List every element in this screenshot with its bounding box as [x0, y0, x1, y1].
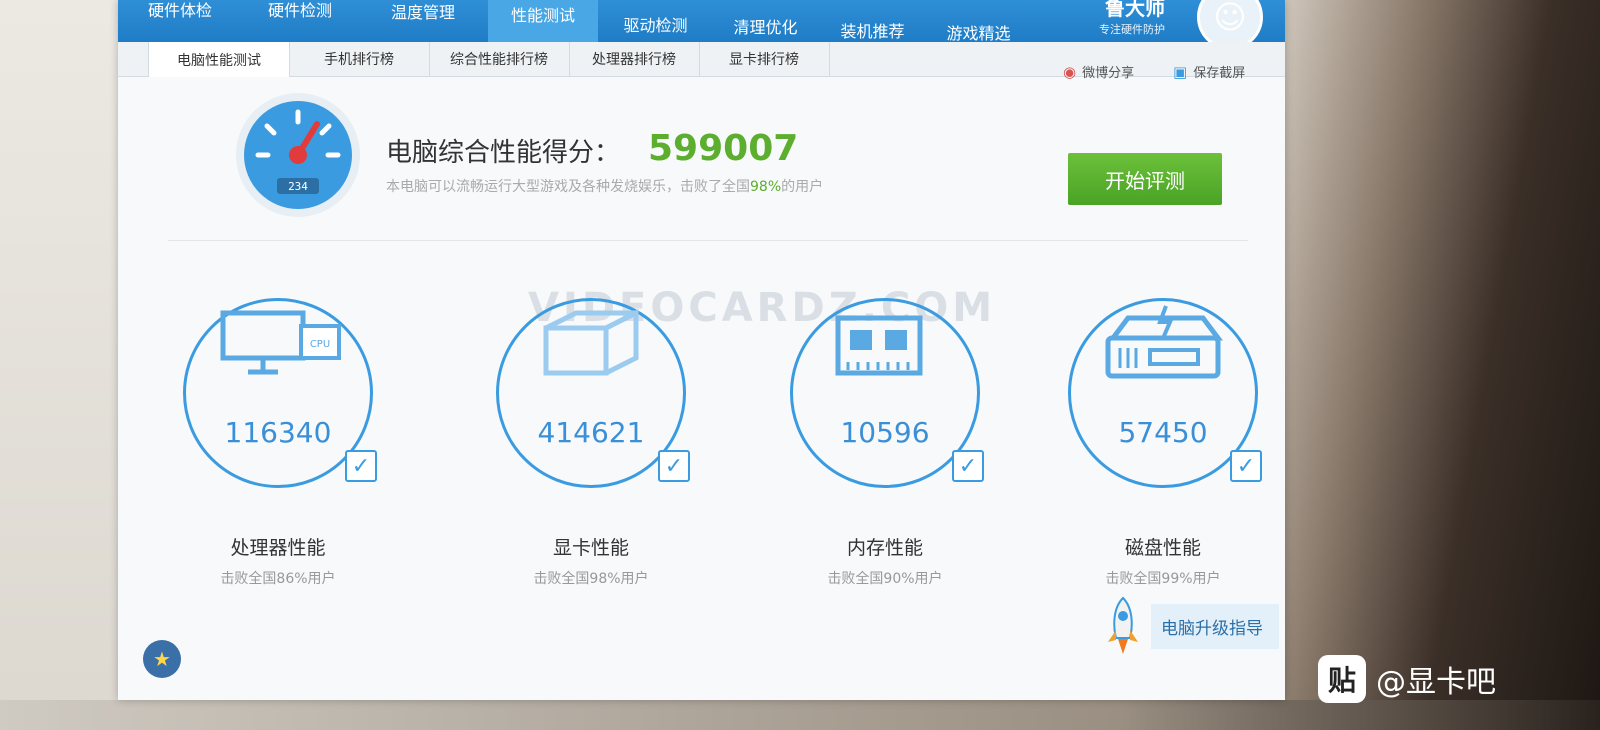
metric-disk-value: 57450: [1118, 416, 1208, 449]
subtab-gpu-rank[interactable]: 显卡排行榜: [699, 42, 830, 76]
metric-cpu-value: 116340: [224, 416, 332, 449]
nav-build[interactable]: 装机推荐: [820, 0, 925, 42]
score-value: 599007: [648, 128, 799, 169]
metric-disk-name: 磁盘性能: [1124, 537, 1201, 559]
score-desc-suffix: 的用户: [781, 179, 824, 195]
metric-memory-name: 内存性能: [846, 537, 923, 559]
nav-clean[interactable]: 清理优化: [713, 0, 818, 42]
memory-chip-icon: [835, 315, 923, 376]
save-screenshot-label: 保存截屏: [1193, 66, 1246, 81]
metric-cpu-sub: 击败全国86%用户: [220, 571, 336, 587]
check-icon[interactable]: ✓: [658, 450, 690, 482]
metric-gpu-value: 414621: [537, 416, 645, 449]
subtab-pc-test[interactable]: 电脑性能测试: [148, 42, 290, 77]
metric-memory-value: 10596: [840, 416, 930, 449]
score-desc-prefix: 本电脑可以流畅运行大型游戏及各种发烧娱乐，击败了全国: [386, 179, 750, 195]
nav-clean-label: 清理优化: [733, 18, 798, 37]
metric-cpu-name: 处理器性能: [230, 537, 326, 559]
upgrade-guide-label: 电脑升级指导: [1151, 603, 1279, 649]
check-icon[interactable]: ✓: [952, 450, 984, 482]
tieba-watermark: 贴 @显卡吧: [1318, 655, 1496, 703]
nav-hardware-detect[interactable]: 硬件检测: [250, 0, 350, 30]
nav-games[interactable]: 游戏精选: [926, 0, 1031, 43]
subtab-overall-rank[interactable]: 综合性能排行榜: [429, 42, 570, 76]
nav-temperature[interactable]: 温度管理: [368, 0, 478, 32]
cube-icon: [543, 308, 639, 376]
save-screenshot-button[interactable]: ▣ 保存截屏: [1173, 62, 1246, 82]
start-benchmark-button[interactable]: 开始评测: [1068, 153, 1222, 205]
metric-memory-sub: 击败全国90%用户: [827, 571, 943, 587]
tieba-icon: 贴: [1318, 655, 1366, 703]
app-window: 硬件体检 硬件检测 温度管理 性能测试 驱动检测 清理优化 装机推荐 游戏精选 …: [118, 0, 1285, 700]
brand-subtitle: 专注硬件防护: [1099, 23, 1165, 36]
rocket-icon: [1108, 596, 1138, 654]
nav-driver[interactable]: 驱动检测: [603, 0, 708, 42]
weibo-icon: ◉: [1063, 62, 1077, 81]
check-icon[interactable]: ✓: [1230, 450, 1262, 482]
weibo-share-button[interactable]: ◉ 微博分享: [1063, 62, 1135, 82]
upgrade-guide-button[interactable]: 电脑升级指导: [1103, 596, 1279, 656]
nav-build-label: 装机推荐: [840, 22, 905, 41]
nav-hardware-check[interactable]: 硬件体检: [130, 0, 230, 30]
nav-games-label: 游戏精选: [946, 24, 1011, 43]
divider: [168, 240, 1248, 241]
nav-performance-test[interactable]: 性能测试: [488, 0, 598, 42]
score-description: 本电脑可以流畅运行大型游戏及各种发烧娱乐，击败了全国98%的用户: [386, 176, 823, 196]
subtab-phone-rank[interactable]: 手机排行榜: [289, 42, 430, 76]
score-label: 电脑综合性能得分：: [386, 138, 621, 168]
subtab-cpu-rank[interactable]: 处理器排行榜: [569, 42, 700, 76]
camera-icon: ▣: [1173, 62, 1188, 81]
nav-driver-label: 驱动检测: [623, 16, 688, 35]
brand: 鲁大师 专注硬件防护: [1099, 0, 1165, 42]
metric-disk-sub: 击败全国99%用户: [1105, 571, 1221, 587]
top-nav: 硬件体检 硬件检测 温度管理 性能测试 驱动检测 清理优化 装机推荐 游戏精选 …: [118, 0, 1285, 50]
gauge-digits: 234: [288, 180, 308, 193]
metric-gpu-name: 显卡性能: [552, 537, 629, 559]
monitor-cpu-icon: CPU: [220, 310, 341, 375]
disk-icon: [1105, 305, 1223, 379]
tieba-label: @显卡吧: [1376, 665, 1496, 700]
score-desc-percent: 98%: [750, 179, 782, 195]
metric-gpu-sub: 击败全国98%用户: [533, 571, 649, 587]
weibo-share-label: 微博分享: [1082, 66, 1135, 81]
brand-title: 鲁大师: [1105, 0, 1165, 20]
speedometer-icon: 234: [236, 93, 360, 217]
nav-performance-label: 性能测试: [510, 6, 575, 25]
app-logo-icon[interactable]: ★: [143, 640, 181, 678]
svg-text:CPU: CPU: [310, 339, 330, 350]
check-icon[interactable]: ✓: [345, 450, 377, 482]
